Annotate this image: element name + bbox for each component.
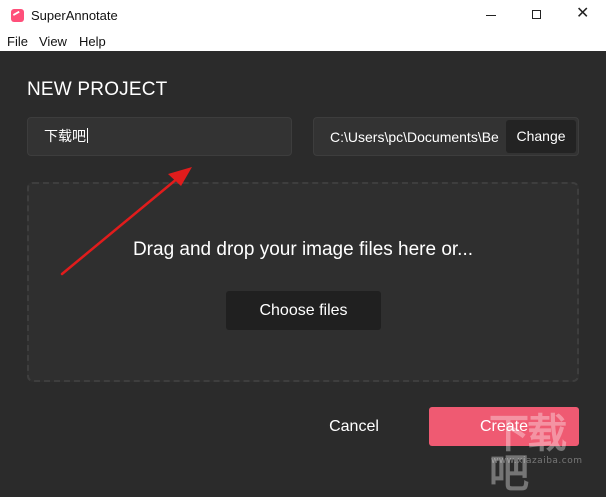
page-title: NEW PROJECT: [27, 79, 168, 100]
project-path-value: C:\Users\pc\Documents\Be: [330, 129, 499, 145]
dropzone-text: Drag and drop your image files here or..…: [132, 239, 474, 260]
title-bar: SuperAnnotate ✕: [0, 0, 606, 31]
window-title: SuperAnnotate: [31, 8, 118, 23]
menu-file[interactable]: File: [7, 34, 28, 49]
menu-view[interactable]: View: [39, 34, 67, 49]
file-dropzone[interactable]: Drag and drop your image files here or..…: [27, 182, 579, 382]
cancel-button[interactable]: Cancel: [315, 408, 393, 446]
minimize-icon: [486, 15, 496, 16]
choose-files-button[interactable]: Choose files: [226, 291, 381, 330]
app-logo-icon: [11, 9, 24, 22]
watermark-url: www.xiazaiba.com: [491, 456, 583, 466]
text-caret: [87, 128, 88, 143]
change-path-button[interactable]: Change: [506, 120, 576, 153]
menu-help[interactable]: Help: [79, 34, 106, 49]
close-button[interactable]: ✕: [560, 0, 606, 31]
create-button[interactable]: Create: [429, 407, 579, 446]
menu-bar: File View Help: [0, 31, 606, 51]
project-name-value: 下载吧: [44, 128, 86, 144]
maximize-button[interactable]: [514, 0, 560, 31]
project-path-field[interactable]: C:\Users\pc\Documents\Be Change: [313, 117, 579, 156]
project-name-input[interactable]: 下载吧: [27, 117, 292, 156]
minimize-button[interactable]: [468, 0, 514, 31]
maximize-icon: [532, 10, 541, 19]
close-icon: ✕: [576, 5, 590, 22]
